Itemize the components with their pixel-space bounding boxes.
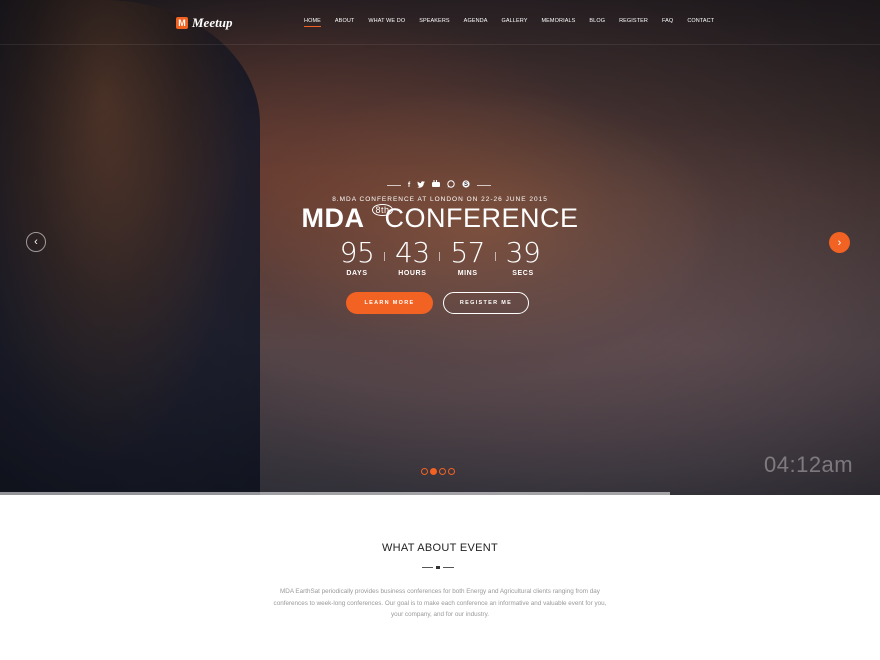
nav-item-agenda[interactable]: AGENDA [464,18,488,27]
about-body: MDA EarthSat periodically provides busin… [273,588,607,618]
nav-item-register[interactable]: REGISTER [619,18,648,27]
register-me-button[interactable]: REGISTER ME [443,292,529,314]
top-navbar: M Meetup HOME ABOUT WHAT WE DO SPEAKERS … [0,0,880,45]
main-nav: HOME ABOUT WHAT WE DO SPEAKERS AGENDA GA… [304,18,728,27]
nav-item-blog[interactable]: BLOG [589,18,605,27]
hero-slider: M Meetup HOME ABOUT WHAT WE DO SPEAKERS … [0,0,880,495]
slide-dot-3[interactable] [439,468,446,475]
chevron-left-icon: ‹ [34,236,38,248]
prev-slide-button[interactable]: ‹ [26,232,46,252]
next-slide-button[interactable]: › [829,232,850,253]
slide-dot-1[interactable] [421,468,428,475]
nav-item-faq[interactable]: FAQ [662,18,673,27]
chevron-right-icon: › [837,236,842,249]
svg-text:S: S [464,182,468,188]
slide-indicators [421,468,455,475]
nav-item-about[interactable]: ABOUT [335,18,354,27]
nav-item-home[interactable]: HOME [304,18,321,27]
nav-item-contact[interactable]: CONTACT [687,18,714,27]
nav-item-speakers[interactable]: SPEAKERS [419,18,449,27]
title-bold: MDA [301,203,365,233]
conference-subtitle: 8.MDA CONFERENCE AT LONDON ON 22-26 JUNE… [332,196,548,203]
learn-more-button[interactable]: LEARN MORE [346,292,433,314]
nav-item-gallery[interactable]: GALLERY [502,18,528,27]
social-links: f S [384,180,494,191]
slide-dot-4[interactable] [448,468,455,475]
conference-title: MDA 8thCONFERENCE [0,203,880,234]
logo[interactable]: M Meetup [176,15,232,31]
about-section: WHAT ABOUT EVENT MDA EarthSat periodical… [0,495,880,660]
slide-dot-2[interactable] [430,468,437,475]
facebook-icon[interactable]: f [408,182,410,190]
countdown-hours: 43 HOURS [385,238,441,277]
countdown-timer: 95 DAYS 43 HOURS 57 MINS 39 SECS [330,236,550,278]
skype-icon[interactable]: S [462,180,470,191]
logo-text: Meetup [192,15,233,30]
countdown-days: 95 DAYS [330,238,385,277]
countdown-secs: 39 SECS [505,236,541,278]
section-divider [422,566,454,569]
countdown-mins: 57 MINS [441,238,496,277]
youtube-icon[interactable] [432,180,441,191]
whatsapp-icon[interactable] [447,180,455,191]
about-heading: WHAT ABOUT EVENT [381,542,499,554]
nav-item-memorials[interactable]: MEMORIALS [541,18,575,27]
edition-badge: 8th [372,204,393,216]
nav-item-what-we-do[interactable]: WHAT WE DO [368,18,405,27]
logo-badge-icon: M [176,17,188,29]
twitter-icon[interactable] [417,180,426,191]
clock-watermark: 04:12am [764,452,854,477]
title-light: CONFERENCE [384,203,579,233]
